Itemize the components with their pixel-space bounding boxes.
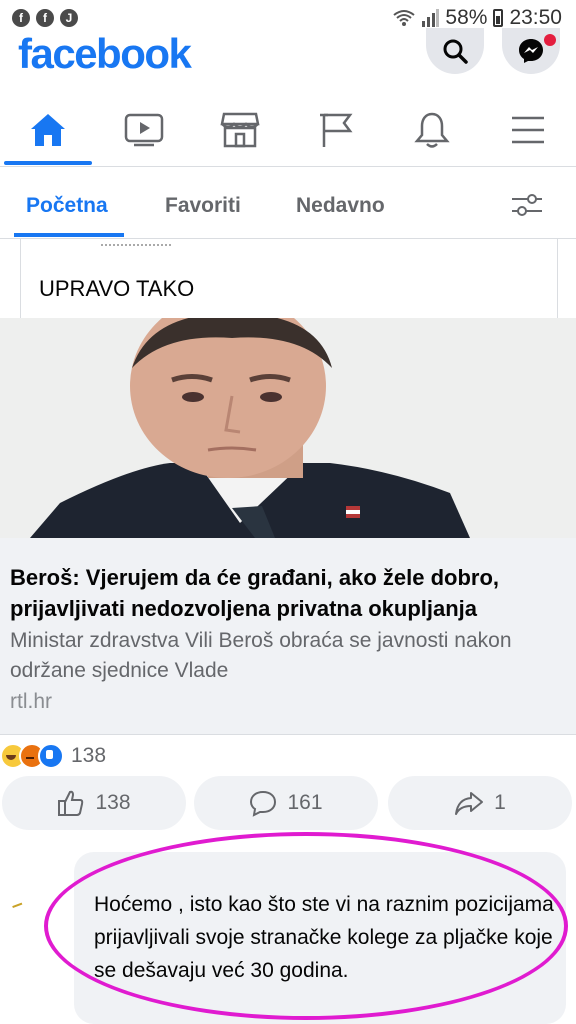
link-preview[interactable]: Beroš: Vjerujem da će građani, ako žele … [0,538,576,735]
clock: 23:50 [509,6,562,29]
person-photo [0,318,576,538]
marketplace-icon [220,112,260,148]
reactions-count: 138 [71,744,107,767]
search-button[interactable] [426,28,484,74]
battery-icon [493,9,504,27]
comment-bubble[interactable]: Hoćemo , isto kao što ste vi na raznim p… [74,852,566,1024]
facebook-icon: f [12,9,30,27]
comment-icon [250,790,277,817]
nav-active-indicator [4,161,92,165]
tab-nedavno[interactable]: Nedavno [296,194,385,218]
share-button[interactable]: 1 [388,776,572,830]
feed-tabs: Početna Favoriti Nedavno [0,168,576,239]
menu-icon [512,116,544,144]
thumbs-up-icon [58,790,84,816]
notifications-bell-icon [414,112,450,148]
filter-sliders-icon [512,194,542,216]
messenger-badge [544,34,556,46]
pages-flag-icon [320,113,353,147]
facebook-logo: facebook [18,30,192,77]
shared-post-card: UPRAVO TAKO [20,238,558,318]
wifi-icon [393,10,416,26]
app-header: facebook [0,28,576,86]
signal-icon [422,9,440,27]
nav-pages[interactable] [306,102,366,158]
comment-text: Hoćemo , isto kao što ste vi na raznim p… [94,893,554,982]
link-description: Ministar zdravstva Vili Beroš obraća se … [10,629,512,682]
facebook-icon: f [36,9,54,27]
nav-marketplace[interactable] [210,102,270,158]
battery-percent: 58% [445,6,488,29]
tab-favoriti[interactable]: Favoriti [165,194,241,218]
main-nav [0,92,576,167]
nav-notifications[interactable] [402,102,462,158]
share-icon [455,792,484,815]
messenger-button[interactable] [502,28,560,74]
share-count: 1 [494,791,506,814]
like-icon [38,743,64,769]
link-title: Beroš: Vjerujem da će građani, ako žele … [10,565,500,621]
comment-button[interactable]: 161 [194,776,378,830]
tab-pocetna[interactable]: Početna [26,194,108,218]
filter-button[interactable] [510,192,544,223]
tab-active-indicator [14,233,124,237]
shared-post-text: UPRAVO TAKO [39,276,195,301]
nav-watch[interactable] [114,102,174,158]
watch-icon [124,113,164,147]
messenger-icon [519,39,543,63]
reactions-summary[interactable]: 138 [0,738,106,774]
j-notification-icon: J [60,9,78,27]
like-button[interactable]: 138 [2,776,186,830]
link-preview-image[interactable] [0,318,576,538]
nav-home[interactable] [18,102,78,158]
commenter-avatar[interactable] [12,902,26,918]
search-icon [443,39,468,64]
comment: Hoćemo , isto kao što ste vi na raznim p… [0,842,576,1024]
like-count: 138 [95,791,131,814]
home-icon [31,114,65,146]
notification-icons: f f J [12,9,78,27]
comment-count: 161 [287,791,323,814]
post-meta-partial [101,238,171,246]
nav-menu[interactable] [498,102,558,158]
link-domain: rtl.hr [10,690,52,713]
